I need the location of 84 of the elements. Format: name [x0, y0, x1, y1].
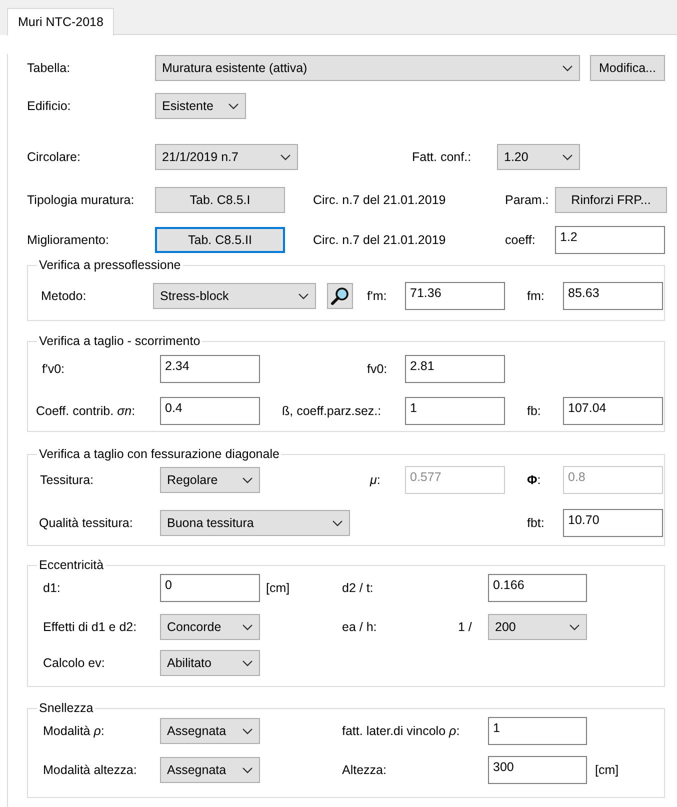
unit-label: [cm] [266, 581, 291, 595]
field-label: Edificio: [27, 99, 72, 113]
field-label: Metodo: [41, 289, 88, 303]
field-label: μ: [370, 473, 382, 487]
field-label: fbt: [527, 516, 546, 530]
tab-button[interactable]: Modifica... [590, 55, 665, 81]
field-label: Coeff. contrib. σn: [36, 404, 136, 418]
chevron-icon [562, 64, 573, 72]
dropdown[interactable]: Concorde [160, 614, 260, 640]
search-button[interactable] [327, 283, 353, 309]
dropdown[interactable]: Buona tessitura [160, 510, 350, 536]
group-title: Verifica a taglio con fessurazione diagonale [38, 447, 280, 461]
group-title: Verifica a taglio - scorrimento [38, 334, 202, 348]
unit-label: 1 / [458, 620, 473, 634]
group-title: Verifica a pressoflessione [38, 258, 182, 272]
field-label: d2 / t: [342, 581, 374, 595]
input-field[interactable]: 71.36 [405, 282, 505, 310]
field-label: fm: [527, 289, 546, 303]
reference-text: Circ. n.7 del 21.01.2019 [313, 193, 447, 207]
tab-button[interactable]: Rinforzi FRP... [555, 187, 667, 213]
input-field[interactable]: 2.34 [160, 355, 260, 383]
field-label: f'v0: [42, 362, 66, 376]
field-label: Tessitura: [40, 473, 94, 487]
field-label: coeff: [505, 233, 536, 247]
input-field[interactable]: 1 [488, 717, 587, 745]
field-label: fb: [527, 404, 542, 418]
chevron-icon [242, 624, 253, 630]
field-label: Modalità ρ: [43, 724, 106, 738]
field-label: Fatt. conf.: [412, 150, 472, 164]
chevron-icon [242, 728, 253, 734]
field-label: Tipologia muratura: [27, 193, 136, 207]
chevron-icon [569, 624, 580, 630]
dropdown[interactable]: 21/1/2019 n.7 [155, 144, 298, 170]
chevron-icon [228, 102, 239, 110]
input-field[interactable]: 300 [488, 756, 587, 784]
reference-text: Circ. n.7 del 21.01.2019 [313, 233, 447, 247]
field-label: d1: [43, 581, 62, 595]
group-title: Eccentricità [38, 558, 105, 572]
group-title: Snellezza [38, 701, 94, 715]
tab[interactable]: Muri NTC-2018 [7, 8, 114, 36]
dropdown[interactable]: Stress-block [153, 283, 316, 309]
field-label: ea / h: [342, 620, 378, 634]
dropdown[interactable]: Muratura esistente (attiva) [155, 55, 580, 81]
chevron-icon [242, 766, 253, 774]
dropdown[interactable]: 1.20 [497, 144, 580, 170]
input-field[interactable]: 107.04 [563, 397, 663, 425]
field-label: fv0: [367, 362, 388, 376]
field-label: Modalità altezza: [43, 763, 138, 777]
field-label: fatt. later.di vincolo ρ: [342, 724, 461, 738]
field-label: Φ: [527, 473, 542, 487]
tab-button[interactable]: Tab. C8.5.II [155, 227, 285, 253]
field-label: Miglioramento: [27, 233, 110, 247]
tab-button[interactable]: Tab. C8.5.I [155, 187, 285, 213]
field-label: Calcolo ev: [43, 656, 106, 670]
dropdown[interactable]: Esistente [155, 93, 246, 119]
input-field[interactable]: 2.81 [405, 355, 505, 383]
input-field[interactable]: 0 [160, 574, 260, 602]
dropdown[interactable]: Assegnata [160, 718, 260, 744]
input-field[interactable]: 0.166 [488, 574, 587, 602]
chevron-icon [242, 660, 253, 666]
field-label: Circolare: [27, 150, 82, 164]
field-label: Param.: [505, 193, 550, 207]
dropdown[interactable]: Abilitato [160, 650, 260, 676]
chevron-icon [280, 154, 291, 160]
input-field[interactable]: 0.4 [160, 397, 260, 425]
dropdown[interactable]: Regolare [160, 467, 260, 493]
dropdown[interactable]: 200 [488, 614, 587, 640]
chevron-icon [332, 520, 343, 526]
chevron-icon [298, 292, 309, 300]
chevron-icon [562, 154, 573, 160]
field-label: Altezza: [342, 763, 388, 777]
field-label: Qualità tessitura: [39, 516, 134, 530]
input-field[interactable]: 85.63 [563, 282, 663, 310]
input-field[interactable]: 1.2 [555, 226, 665, 254]
field-label: Effetti di d1 e d2: [43, 620, 138, 634]
chevron-icon [242, 476, 253, 484]
dropdown[interactable]: Assegnata [160, 757, 260, 783]
field-label: Tabella: [27, 61, 72, 75]
field-label: ß, coeff.parz.sez.: [282, 404, 382, 418]
input-field[interactable]: 10.70 [563, 509, 663, 537]
input-field[interactable]: 1 [405, 397, 505, 425]
field-label: f'm: [367, 289, 388, 303]
unit-label: [cm] [595, 763, 620, 777]
search-icon [330, 286, 350, 306]
